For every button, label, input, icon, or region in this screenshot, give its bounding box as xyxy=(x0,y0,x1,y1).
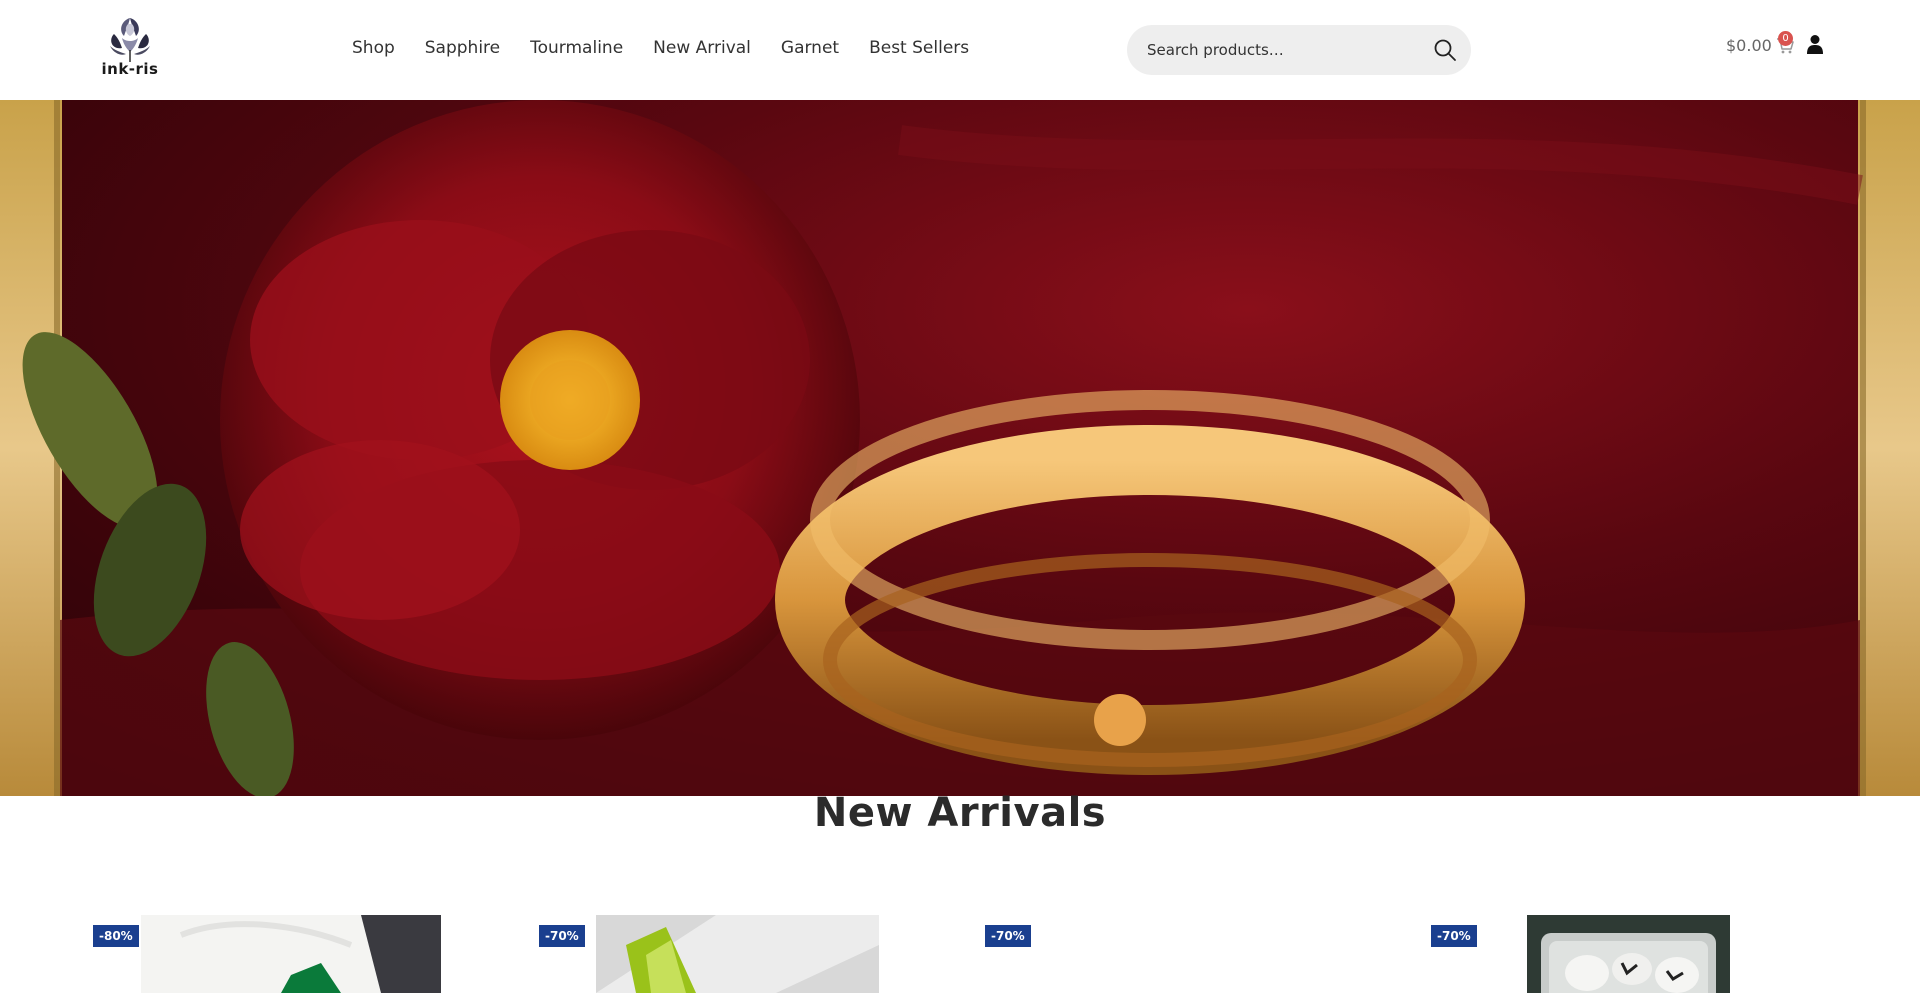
hero-banner[interactable] xyxy=(0,100,1920,796)
main-nav: Shop Sapphire Tourmaline New Arrival Gar… xyxy=(352,38,969,58)
search-icon[interactable] xyxy=(1433,38,1457,62)
cart-count-badge: 0 xyxy=(1778,31,1793,46)
nav-item-garnet[interactable]: Garnet xyxy=(781,38,839,58)
discount-badge: -70% xyxy=(985,925,1031,947)
discount-badge: -70% xyxy=(539,925,585,947)
discount-badge: -70% xyxy=(1431,925,1477,947)
search-input[interactable] xyxy=(1147,25,1427,75)
nav-item-new-arrival[interactable]: New Arrival xyxy=(653,38,751,58)
user-icon[interactable] xyxy=(1806,34,1824,54)
product-card[interactable]: -70% xyxy=(500,915,900,993)
iris-logo-icon xyxy=(110,18,150,62)
product-card[interactable]: -80% xyxy=(0,915,460,993)
discount-badge: -80% xyxy=(93,925,139,947)
search-bar xyxy=(1127,25,1471,75)
nav-item-sapphire[interactable]: Sapphire xyxy=(425,38,500,58)
cart-amount: $0.00 xyxy=(1726,36,1772,55)
nav-item-best-sellers[interactable]: Best Sellers xyxy=(869,38,969,58)
hero-banner-image xyxy=(0,100,1920,796)
product-image[interactable] xyxy=(1527,915,1730,993)
product-card[interactable]: -70% xyxy=(1390,915,1850,993)
site-logo[interactable]: ink-ris xyxy=(100,14,160,84)
nav-item-tourmaline[interactable]: Tourmaline xyxy=(530,38,623,58)
nav-item-shop[interactable]: Shop xyxy=(352,38,395,58)
product-image[interactable] xyxy=(596,915,879,993)
site-header: ink-ris Shop Sapphire Tourmaline New Arr… xyxy=(0,0,1920,100)
product-image[interactable] xyxy=(141,915,441,993)
brand-name: ink-ris xyxy=(101,60,159,78)
section-title-new-arrivals: New Arrivals xyxy=(813,790,1107,836)
product-card[interactable]: -70% xyxy=(940,915,1360,993)
